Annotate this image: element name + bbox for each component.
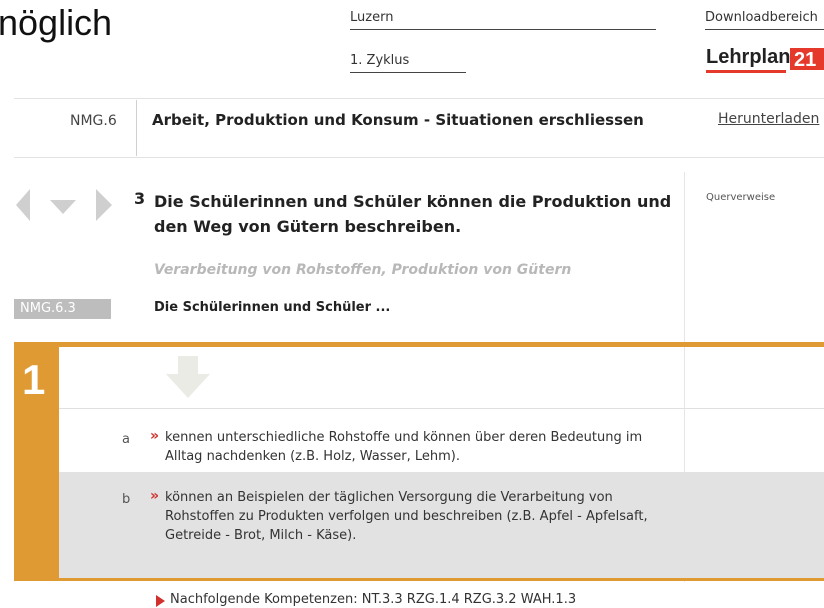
following-competences[interactable]: Nachfolgende Kompetenzen: NT.3.3 RZG.1.4… bbox=[170, 592, 576, 607]
canton-select[interactable]: Luzern bbox=[350, 10, 656, 30]
page-title-fragment: nöglich bbox=[0, 2, 113, 43]
competence-text: Die Schülerinnen und Schüler können die … bbox=[154, 192, 672, 236]
cycle-select[interactable]: 1. Zyklus bbox=[350, 53, 466, 73]
arrow-down-icon bbox=[166, 356, 210, 398]
item-b-marker: » bbox=[150, 488, 160, 504]
competence-navigation bbox=[16, 189, 112, 221]
section-code: NMG.6 bbox=[70, 113, 117, 129]
triangle-right-icon bbox=[156, 595, 165, 607]
competence-code-badge: NMG.6.3 bbox=[14, 299, 111, 319]
item-a-letter: a bbox=[122, 432, 130, 447]
item-a-marker: » bbox=[150, 428, 160, 444]
svg-text:21: 21 bbox=[794, 49, 816, 71]
arrow-down-icon[interactable] bbox=[50, 200, 76, 214]
section-separator bbox=[136, 100, 137, 156]
level-top-bar bbox=[14, 342, 824, 347]
item-a-text: kennen unterschiedliche Rohstoffe und kö… bbox=[165, 430, 643, 464]
arrow-right-icon[interactable] bbox=[96, 189, 112, 221]
logo-underline bbox=[706, 70, 786, 73]
download-link[interactable]: Herunterladen bbox=[718, 111, 819, 127]
logo-mark-21: 21 bbox=[790, 48, 824, 71]
competence-number: 3 bbox=[134, 189, 146, 208]
section-divider bbox=[14, 157, 824, 158]
level-bottom-bar bbox=[14, 578, 824, 581]
item-b-text: können an Beispielen der täglichen Verso… bbox=[165, 490, 648, 543]
lehrplan21-logo[interactable]: Lehrplan 21 bbox=[706, 43, 824, 73]
pupils-prefix: Die Schülerinnen und Schüler ... bbox=[154, 300, 391, 315]
cross-references-label: Querverweise bbox=[706, 192, 776, 203]
arrow-left-icon[interactable] bbox=[16, 189, 30, 221]
section-title: Arbeit, Produktion und Konsum - Situatio… bbox=[152, 111, 644, 129]
row-divider bbox=[59, 408, 824, 409]
header-divider bbox=[14, 98, 824, 99]
logo-text: Lehrplan bbox=[706, 46, 791, 68]
item-b-letter: b bbox=[122, 492, 131, 507]
competence-subtitle: Verarbeitung von Rohstoffen, Produktion … bbox=[154, 262, 572, 278]
download-area-link[interactable]: Downloadbereich bbox=[705, 10, 824, 30]
level-number: 1 bbox=[22, 356, 46, 403]
